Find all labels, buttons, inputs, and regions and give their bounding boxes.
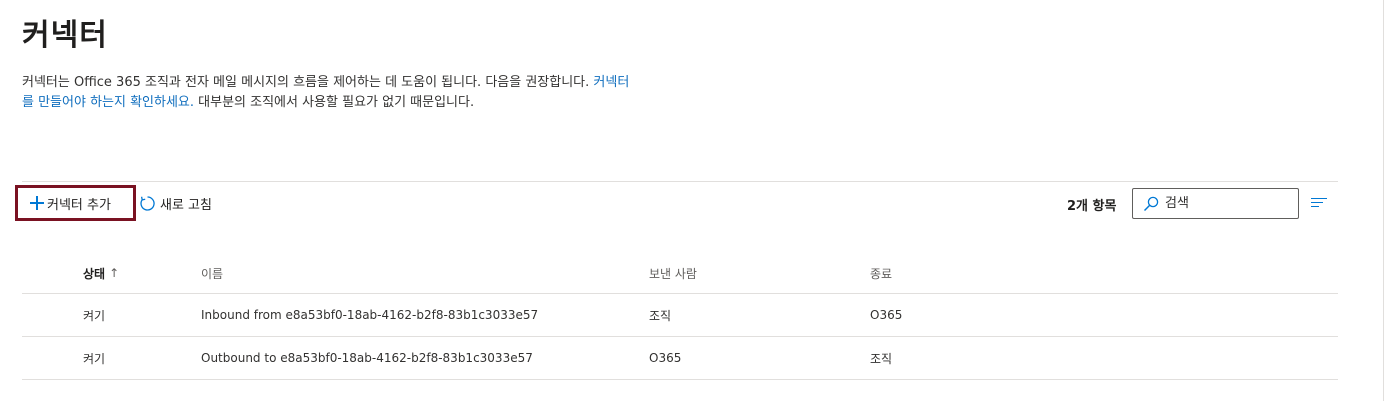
row-from: 조직 — [649, 308, 672, 323]
vertical-scrollbar[interactable] — [1383, 0, 1395, 401]
add-connector-label: 커넥터 추가 — [47, 197, 111, 213]
column-header-status[interactable]: 상태 ↑ — [83, 252, 119, 294]
search-icon — [1143, 196, 1159, 211]
page-description: 커넥터는 Office 365 조직과 전자 메일 메시지의 흐름을 제어하는 … — [22, 73, 634, 113]
toolbar-divider — [22, 181, 1338, 182]
table-header: 상태 ↑ 이름 보낸 사람 종료 — [22, 252, 1338, 294]
search-box[interactable] — [1132, 188, 1299, 219]
column-header-from[interactable]: 보낸 사람 — [649, 252, 697, 294]
filter-icon-line — [1311, 202, 1323, 203]
filter-icon-line — [1311, 206, 1319, 207]
row-to: O365 — [870, 308, 903, 322]
page-title: 커넥터 — [22, 18, 108, 53]
description-text-tail: 대부분의 조직에서 사용할 필요가 없기 때문입니다. — [194, 95, 475, 110]
search-input[interactable] — [1165, 196, 1285, 211]
connectors-table: 상태 ↑ 이름 보낸 사람 종료 켜기 Inbound from e8a53bf… — [22, 252, 1338, 380]
column-header-to[interactable]: 종료 — [870, 252, 892, 294]
sort-ascending-icon: ↑ — [109, 266, 120, 280]
row-status: 켜기 — [83, 351, 106, 366]
item-count: 2개 항목 — [1067, 199, 1117, 214]
refresh-label: 새로 고침 — [160, 197, 212, 213]
add-connector-button[interactable]: 커넥터 추가 — [15, 185, 136, 221]
refresh-button[interactable]: 새로 고침 — [139, 192, 212, 214]
row-name: Outbound to e8a53bf0-18ab-4162-b2f8-83b1… — [201, 351, 533, 365]
refresh-icon — [140, 195, 155, 211]
table-row[interactable]: 켜기 Inbound from e8a53bf0-18ab-4162-b2f8-… — [22, 294, 1338, 337]
connectors-page: 커넥터 커넥터는 Office 365 조직과 전자 메일 메시지의 흐름을 제… — [0, 0, 1395, 401]
filter-button[interactable] — [1311, 197, 1327, 209]
plus-icon — [30, 196, 44, 210]
row-from: O365 — [649, 351, 682, 365]
row-to: 조직 — [870, 351, 893, 366]
filter-icon-line — [1311, 198, 1327, 199]
row-status: 켜기 — [83, 308, 106, 323]
row-name: Inbound from e8a53bf0-18ab-4162-b2f8-83b… — [201, 308, 539, 322]
description-text: 커넥터는 Office 365 조직과 전자 메일 메시지의 흐름을 제어하는 … — [22, 75, 594, 90]
table-row[interactable]: 켜기 Outbound to e8a53bf0-18ab-4162-b2f8-8… — [22, 337, 1338, 380]
column-header-name[interactable]: 이름 — [201, 252, 223, 294]
